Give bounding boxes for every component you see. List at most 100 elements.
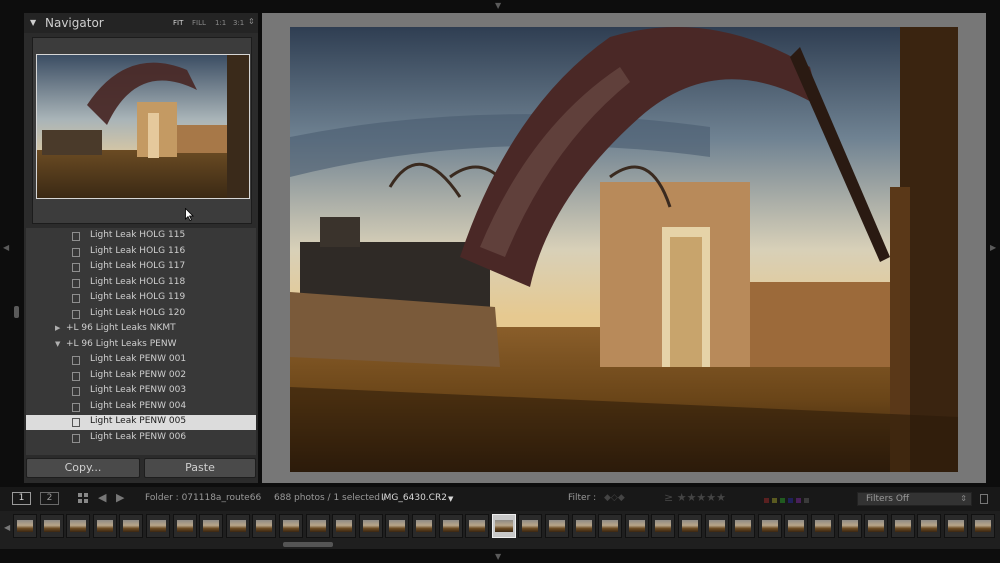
filename-dropdown-icon[interactable]: ▼ bbox=[448, 495, 453, 503]
preset-item[interactable]: Light Leak HOLG 117 bbox=[26, 260, 256, 275]
filmstrip-thumbnail[interactable] bbox=[678, 514, 702, 538]
filmstrip-thumbnail[interactable] bbox=[412, 514, 436, 538]
zoom-3-1-option[interactable]: 3:1 bbox=[233, 19, 244, 27]
filmstrip-thumbnail[interactable] bbox=[225, 514, 250, 538]
copy-button[interactable]: Copy... bbox=[26, 458, 140, 478]
preset-item[interactable]: Light Leak HOLG 115 bbox=[26, 229, 256, 244]
star-icon[interactable]: ≥ ★★★★★ bbox=[664, 491, 726, 504]
filmstrip-thumbnail[interactable] bbox=[704, 514, 729, 538]
screen-2-button[interactable]: 2 bbox=[40, 492, 59, 505]
folder-expand-icon[interactable]: ▶ bbox=[55, 324, 60, 332]
zoom-fit-option[interactable]: FIT bbox=[173, 19, 183, 27]
zoom-fill-option[interactable]: FILL bbox=[192, 19, 206, 27]
preset-icon bbox=[72, 263, 80, 272]
filmstrip-thumbnail[interactable] bbox=[864, 514, 889, 538]
folder-label[interactable]: Folder : 071118a_route66 bbox=[145, 493, 261, 503]
filter-lock-icon[interactable] bbox=[980, 494, 988, 504]
screen-1-button[interactable]: 1 bbox=[12, 492, 31, 505]
filmstrip-thumbnail[interactable] bbox=[518, 514, 543, 538]
left-panel-scroll-handle[interactable] bbox=[14, 306, 19, 318]
preset-list[interactable]: Light Leak HOLG 115 Light Leak HOLG 116 Li… bbox=[26, 228, 256, 455]
filmstrip-thumbnail[interactable] bbox=[66, 514, 91, 538]
preset-item[interactable]: Light Leak HOLG 120 bbox=[26, 307, 256, 322]
navigator-thumbnail[interactable] bbox=[36, 54, 250, 199]
preset-icon bbox=[72, 387, 80, 396]
filters-off-dropdown[interactable]: Filters Off ⇕ bbox=[857, 492, 972, 506]
forward-arrow-icon[interactable]: ▶ bbox=[116, 491, 124, 504]
flag-filter-icon[interactable]: ◆◇◆ bbox=[604, 493, 625, 503]
back-arrow-icon[interactable]: ◀ bbox=[98, 491, 106, 504]
thumbnail-image bbox=[575, 520, 592, 532]
top-panel-toggle-icon[interactable]: ▼ bbox=[495, 2, 501, 10]
thumbnail-image bbox=[123, 520, 140, 532]
thumbnail-image bbox=[229, 520, 246, 532]
filmstrip-scrollbar[interactable] bbox=[283, 542, 333, 547]
filmstrip-thumbnail[interactable] bbox=[279, 514, 303, 538]
grid-view-icon[interactable] bbox=[78, 493, 88, 503]
filmstrip-thumbnail[interactable] bbox=[571, 514, 596, 538]
filmstrip-thumbnail[interactable] bbox=[119, 514, 144, 538]
filmstrip-thumbnail[interactable] bbox=[624, 514, 649, 538]
filters-dropdown-icon: ⇕ bbox=[960, 494, 967, 503]
filmstrip-thumbnail[interactable] bbox=[944, 514, 968, 538]
preset-item[interactable]: Light Leak PENW 003 bbox=[26, 384, 256, 399]
filmstrip-thumbnail[interactable] bbox=[172, 514, 197, 538]
filmstrip-thumbnail[interactable] bbox=[784, 514, 809, 538]
filmstrip-thumbnail[interactable] bbox=[757, 514, 782, 538]
filmstrip-thumbnail[interactable] bbox=[890, 514, 915, 538]
filmstrip-thumbnail[interactable] bbox=[438, 514, 463, 538]
preset-item[interactable]: Light Leak PENW 004 bbox=[26, 400, 256, 415]
left-panel-toggle-icon[interactable]: ◀ bbox=[3, 244, 9, 252]
filmstrip-thumbnail[interactable] bbox=[465, 514, 490, 538]
paste-button[interactable]: Paste bbox=[144, 458, 256, 478]
filmstrip-thumbnail[interactable] bbox=[598, 514, 623, 538]
zoom-1-1-option[interactable]: 1:1 bbox=[215, 19, 226, 27]
color-label-icon[interactable] bbox=[764, 496, 809, 506]
thumbnail-image bbox=[761, 520, 778, 532]
preset-folder[interactable]: ▶ +L 96 Light Leaks NKMT bbox=[26, 322, 256, 337]
filmstrip-left-icon[interactable]: ◀ bbox=[4, 523, 10, 532]
filmstrip-thumbnail[interactable] bbox=[545, 514, 569, 538]
filmstrip-thumbnail[interactable] bbox=[811, 514, 835, 538]
preset-icon bbox=[72, 418, 80, 427]
right-panel-toggle-icon[interactable]: ▶ bbox=[990, 244, 996, 252]
filmstrip-thumbnail[interactable] bbox=[39, 514, 64, 538]
preset-item[interactable]: Light Leak HOLG 118 bbox=[26, 276, 256, 291]
filmstrip-thumbnail[interactable] bbox=[252, 514, 277, 538]
mouse-cursor-icon bbox=[185, 208, 194, 221]
filmstrip-thumbnail[interactable] bbox=[837, 514, 862, 538]
bottom-panel-toggle-icon[interactable]: ▼ bbox=[495, 553, 501, 561]
preset-item[interactable]: Light Leak PENW 002 bbox=[26, 369, 256, 384]
filmstrip-thumbnail[interactable] bbox=[199, 514, 224, 538]
preset-folder[interactable]: ▼ +L 96 Light Leaks PENW bbox=[26, 338, 256, 353]
filmstrip-thumbnail[interactable] bbox=[970, 514, 995, 538]
preset-item-selected[interactable]: Light Leak PENW 005 bbox=[26, 415, 256, 430]
preset-item[interactable]: Light Leak PENW 001 bbox=[26, 353, 256, 368]
filmstrip-thumbnail[interactable] bbox=[13, 514, 37, 538]
preset-item[interactable]: Light Leak HOLG 119 bbox=[26, 291, 256, 306]
navigator-preview[interactable] bbox=[32, 37, 252, 224]
filmstrip-thumbnail[interactable] bbox=[385, 514, 410, 538]
thumbnail-image bbox=[256, 520, 273, 532]
thumbnail-image bbox=[921, 520, 938, 532]
filmstrip-thumbnail[interactable] bbox=[651, 514, 676, 538]
navigator-header[interactable]: ▼ Navigator FIT FILL 1:1 3:1 ⇕ bbox=[24, 13, 258, 33]
filmstrip-thumbnail[interactable] bbox=[305, 514, 330, 538]
folder-expand-icon[interactable]: ▼ bbox=[55, 340, 60, 348]
filmstrip-thumbnail[interactable] bbox=[731, 514, 756, 538]
filmstrip-thumbnail-selected[interactable] bbox=[491, 514, 516, 538]
main-view bbox=[262, 13, 986, 483]
filmstrip-thumbnail[interactable] bbox=[92, 514, 117, 538]
filmstrip-thumbnail[interactable] bbox=[358, 514, 383, 538]
preset-icon bbox=[72, 232, 80, 241]
preset-item[interactable]: Light Leak HOLG 116 bbox=[26, 245, 256, 260]
zoom-dropdown-icon[interactable]: ⇕ bbox=[248, 17, 255, 26]
filmstrip-thumbnail[interactable] bbox=[917, 514, 942, 538]
preset-item[interactable]: Light Leak PENW 006 bbox=[26, 431, 256, 446]
filmstrip[interactable]: ◀ bbox=[0, 511, 1000, 549]
main-photo[interactable] bbox=[290, 27, 958, 472]
filmstrip-thumbnail[interactable] bbox=[146, 514, 170, 538]
navigator-collapse-icon[interactable]: ▼ bbox=[30, 18, 36, 27]
filmstrip-thumbnail[interactable] bbox=[332, 514, 357, 538]
selected-filename[interactable]: IMG_6430.CR2 bbox=[381, 493, 447, 503]
